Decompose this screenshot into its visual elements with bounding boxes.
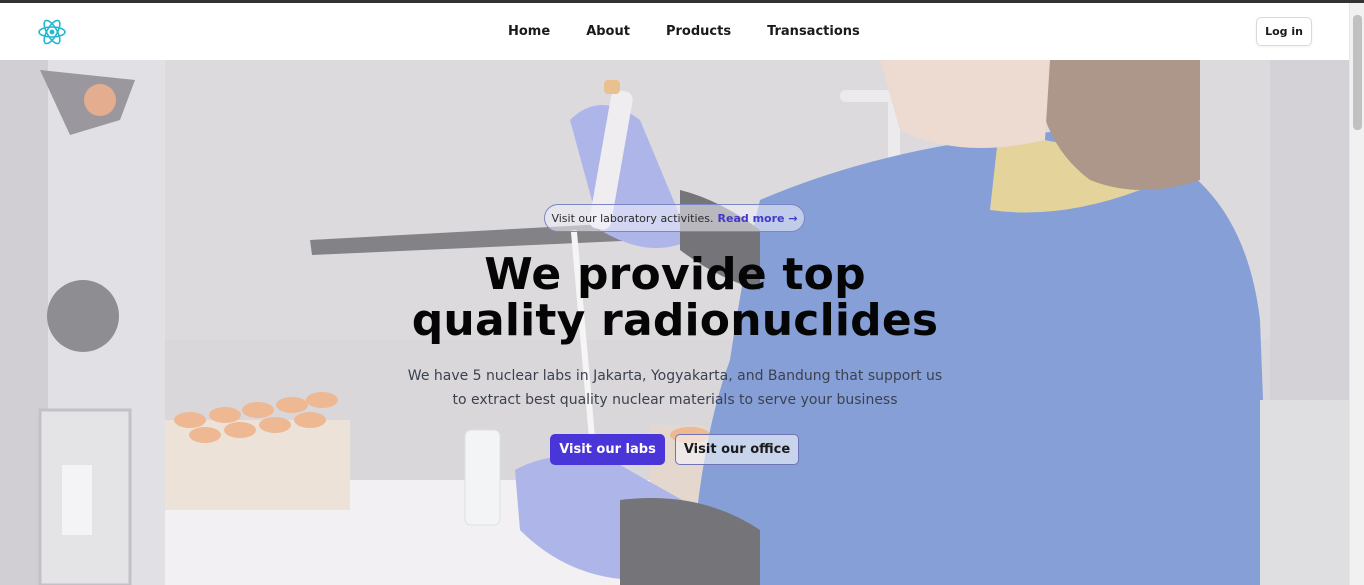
hero-subtitle: We have 5 nuclear labs in Jakarta, Yogya… — [380, 364, 970, 412]
navbar: Home About Products Transactions Log in — [0, 3, 1349, 60]
main-nav: Home About Products Transactions — [490, 3, 878, 60]
scrollbar-thumb[interactable] — [1353, 15, 1362, 130]
visit-labs-button[interactable]: Visit our labs — [550, 434, 665, 465]
headline-line-1: We provide top — [484, 249, 866, 300]
announcement-text: Visit our laboratory activities. — [551, 211, 714, 225]
hero-section: Visit our laboratory activities. Read mo… — [0, 60, 1349, 585]
subtitle-line-2: to extract best quality nuclear material… — [452, 392, 898, 408]
announcement-pill: Visit our laboratory activities. Read mo… — [544, 204, 805, 232]
login-button[interactable]: Log in — [1256, 17, 1312, 46]
nav-products[interactable]: Products — [666, 24, 731, 39]
hero-headline: We provide top quality radionuclides — [340, 252, 1010, 344]
headline-line-2: quality radionuclides — [411, 295, 939, 346]
page-scrollbar[interactable] — [1349, 3, 1364, 585]
read-more-link[interactable]: Read more → — [718, 212, 798, 225]
visit-office-button[interactable]: Visit our office — [675, 434, 799, 465]
nav-transactions[interactable]: Transactions — [767, 24, 860, 39]
nav-about[interactable]: About — [586, 24, 630, 39]
nav-home[interactable]: Home — [508, 24, 550, 39]
react-atom-icon[interactable] — [37, 18, 67, 46]
subtitle-line-1: We have 5 nuclear labs in Jakarta, Yogya… — [407, 368, 943, 384]
